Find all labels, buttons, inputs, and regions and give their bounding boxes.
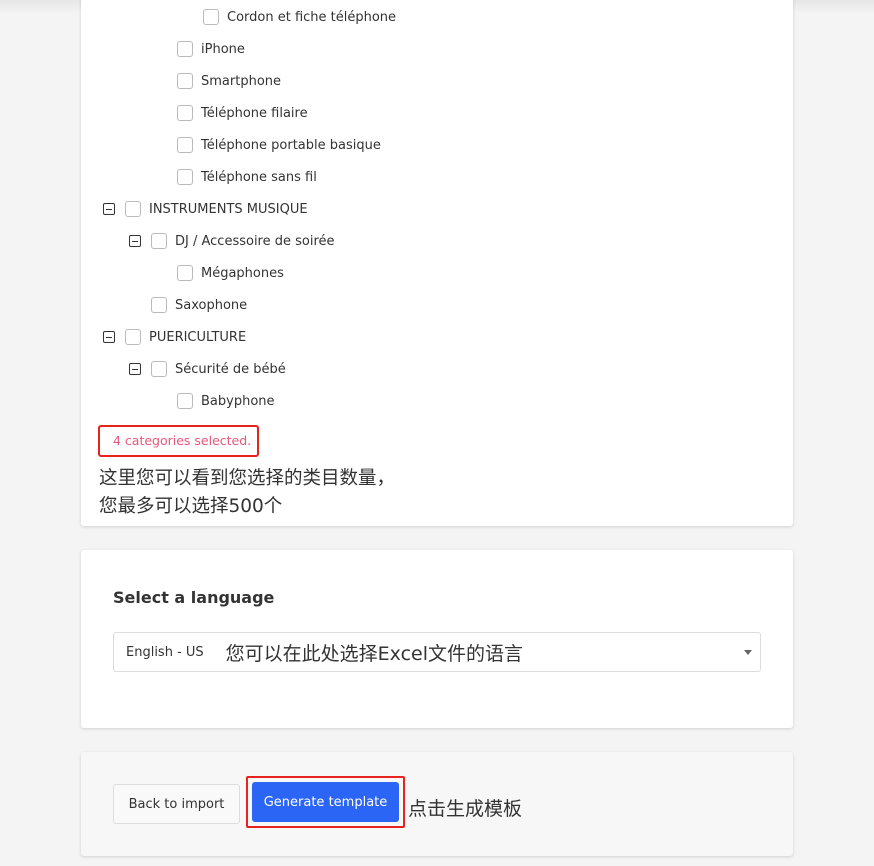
checkbox[interactable]	[125, 329, 141, 345]
checkbox[interactable]	[151, 233, 167, 249]
back-to-import-button[interactable]: Back to import	[113, 784, 240, 824]
language-value: English - US	[126, 644, 204, 660]
tree-item: iPhone	[177, 39, 245, 59]
checkbox[interactable]	[177, 169, 193, 185]
checkbox[interactable]	[177, 41, 193, 57]
checkbox[interactable]	[177, 73, 193, 89]
tree-item-label: Sécurité de bébé	[175, 361, 286, 377]
generate-highlight: Generate template	[246, 776, 405, 828]
tree-item-label: iPhone	[201, 41, 245, 57]
actions-card: Back to import Generate template 点击生成模板	[81, 752, 793, 856]
tree-item: Smartphone	[177, 71, 281, 91]
tree-item-label: Cordon et fiche téléphone	[227, 9, 397, 25]
tree-item-label: Saxophone	[175, 297, 248, 313]
collapse-icon[interactable]	[129, 235, 141, 247]
tree-item: Téléphone portable basique	[177, 135, 381, 155]
checkbox[interactable]	[125, 201, 141, 217]
annotation-count-line1: 这里您可以看到您选择的类目数量，	[99, 468, 396, 489]
tree-item-label: DJ / Accessoire de soirée	[175, 233, 335, 249]
tree-item: Cordon et fiche téléphone	[203, 7, 396, 27]
collapse-icon[interactable]	[103, 331, 115, 343]
tree-item-label: Babyphone	[201, 393, 275, 409]
checkbox[interactable]	[177, 393, 193, 409]
tree-item: Sécurité de bébé	[129, 359, 286, 379]
generate-template-button[interactable]: Generate template	[252, 782, 399, 822]
tree-item: Téléphone sans fil	[177, 167, 317, 187]
tree-item: INSTRUMENTS MUSIQUE	[103, 199, 308, 219]
language-heading: Select a language	[113, 588, 275, 607]
caret-down-icon	[744, 650, 752, 655]
checkbox[interactable]	[151, 297, 167, 313]
collapse-icon[interactable]	[129, 363, 141, 375]
tree-item-label: Téléphone filaire	[201, 105, 308, 121]
checkbox[interactable]	[151, 361, 167, 377]
checkbox[interactable]	[177, 105, 193, 121]
tree-item: Saxophone	[151, 295, 247, 315]
checkbox[interactable]	[177, 265, 193, 281]
collapse-icon[interactable]	[103, 203, 115, 215]
checkbox[interactable]	[177, 137, 193, 153]
tree-item: Téléphone filaire	[177, 103, 308, 123]
tree-item-label: Téléphone sans fil	[201, 169, 317, 185]
tree-item-label: Smartphone	[201, 73, 282, 89]
language-annotation: 您可以在此处选择Excel文件的语言	[225, 642, 524, 665]
tree-item: Mégaphones	[177, 263, 284, 283]
generate-annotation: 点击生成模板	[408, 798, 523, 820]
tree-item-label: Téléphone portable basique	[201, 137, 381, 153]
tree-item-label: PUERICULTURE	[149, 329, 247, 345]
language-card: Select a language English - US 您可以在此处选择E…	[81, 550, 793, 728]
tree-item-label: Mégaphones	[201, 265, 284, 281]
category-tree-card: Cordon et fiche téléphone iPhone Smartphon…	[81, 0, 793, 526]
tree-item-label: INSTRUMENTS MUSIQUE	[149, 201, 308, 217]
language-select[interactable]: English - US 您可以在此处选择Excel文件的语言	[113, 632, 761, 672]
checkbox[interactable]	[203, 9, 219, 25]
tree-item: Babyphone	[177, 391, 275, 411]
tree-item: DJ / Accessoire de soirée	[129, 231, 335, 251]
annotation-count-line2: 您最多可以选择500个	[99, 496, 283, 517]
selected-count: 4 categories selected.	[98, 425, 259, 457]
tree-item: PUERICULTURE	[103, 327, 247, 347]
